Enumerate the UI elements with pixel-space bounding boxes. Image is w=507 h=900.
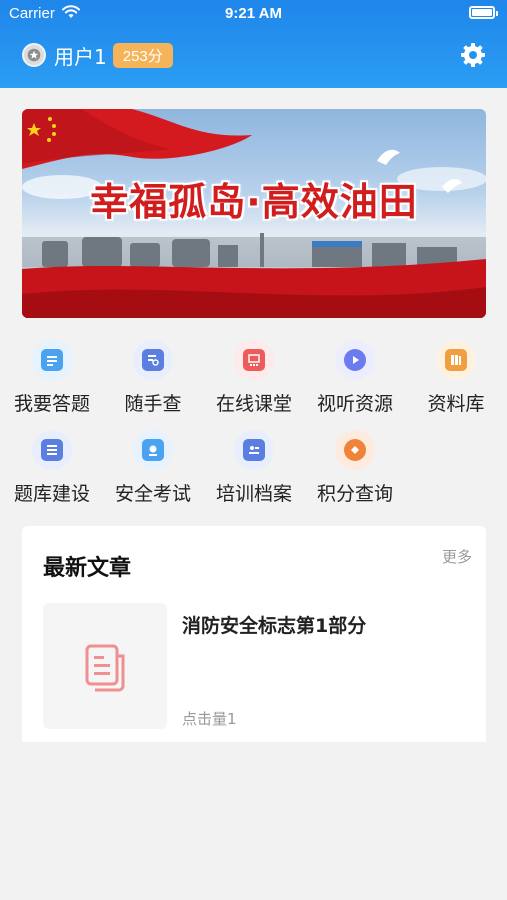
classroom-icon-bg	[234, 340, 274, 380]
status-time: 9:21 AM	[225, 5, 282, 22]
answer-icon-bg	[32, 340, 72, 380]
play-icon-bg	[335, 340, 375, 380]
classroom-icon	[243, 349, 265, 371]
menu-item-library[interactable]: 资料库	[411, 340, 501, 420]
menu-item-safety-exam[interactable]: 安全考试	[108, 430, 198, 510]
article-thumbnail[interactable]	[43, 603, 167, 729]
section-title: 最新文章	[43, 556, 132, 581]
points-icon	[344, 439, 366, 461]
user-info[interactable]: 用户1 253分	[22, 40, 173, 70]
question-bank-icon	[41, 439, 63, 461]
question-bank-icon-bg	[32, 430, 72, 470]
menu-item-label: 题库建设	[13, 483, 90, 505]
search-doc-icon	[142, 349, 164, 371]
document-icon	[85, 644, 125, 692]
menu-item-label: 在线课堂	[215, 393, 292, 415]
archive-icon-bg	[234, 430, 274, 470]
battery-icon	[469, 6, 498, 19]
play-icon	[344, 349, 366, 371]
banner[interactable]: 幸福孤岛·高效油田	[22, 109, 486, 318]
menu-item-points-query[interactable]: 积分查询	[310, 430, 400, 510]
latest-articles-card: 最新文章 更多 消防安全标志第1部分 点击量1	[22, 526, 486, 742]
header-bar: Carrier 9:21 AM 用户1 253分	[0, 0, 507, 88]
menu-item-answer[interactable]: 我要答题	[7, 340, 97, 420]
menu-item-label: 我要答题	[13, 393, 90, 415]
exam-icon-bg	[133, 430, 173, 470]
gear-icon[interactable]	[459, 41, 487, 69]
menu-item-label: 随手查	[124, 393, 182, 415]
menu-item-training-archive[interactable]: 培训档案	[209, 430, 299, 510]
avatar[interactable]	[22, 43, 46, 67]
menu-item-quick-search[interactable]: 随手查	[108, 340, 198, 420]
library-icon	[445, 349, 467, 371]
status-bar: Carrier 9:21 AM	[0, 0, 507, 28]
menu-item-label: 积分查询	[316, 483, 393, 505]
points-badge[interactable]: 253分	[112, 42, 173, 68]
answer-icon	[41, 349, 63, 371]
menu-item-label: 资料库	[427, 393, 485, 415]
banner-title: 幸福孤岛·高效油田	[90, 180, 418, 224]
archive-icon	[243, 439, 265, 461]
menu-item-label: 安全考试	[114, 483, 191, 505]
library-icon-bg	[436, 340, 476, 380]
menu-item-question-bank[interactable]: 题库建设	[7, 430, 97, 510]
article-hit-count: 点击量1	[182, 710, 237, 728]
points-icon-bg	[335, 430, 375, 470]
username: 用户1	[54, 44, 107, 69]
menu-item-av-resources[interactable]: 视听资源	[310, 340, 400, 420]
more-link[interactable]: 更多	[442, 546, 472, 567]
article-title[interactable]: 消防安全标志第1部分	[182, 611, 366, 638]
menu-item-label: 视听资源	[316, 393, 393, 415]
exam-icon	[142, 439, 164, 461]
menu-item-label: 培训档案	[215, 483, 292, 505]
star-icon	[27, 48, 41, 62]
search-doc-icon-bg	[133, 340, 173, 380]
menu-item-online-class[interactable]: 在线课堂	[209, 340, 299, 420]
